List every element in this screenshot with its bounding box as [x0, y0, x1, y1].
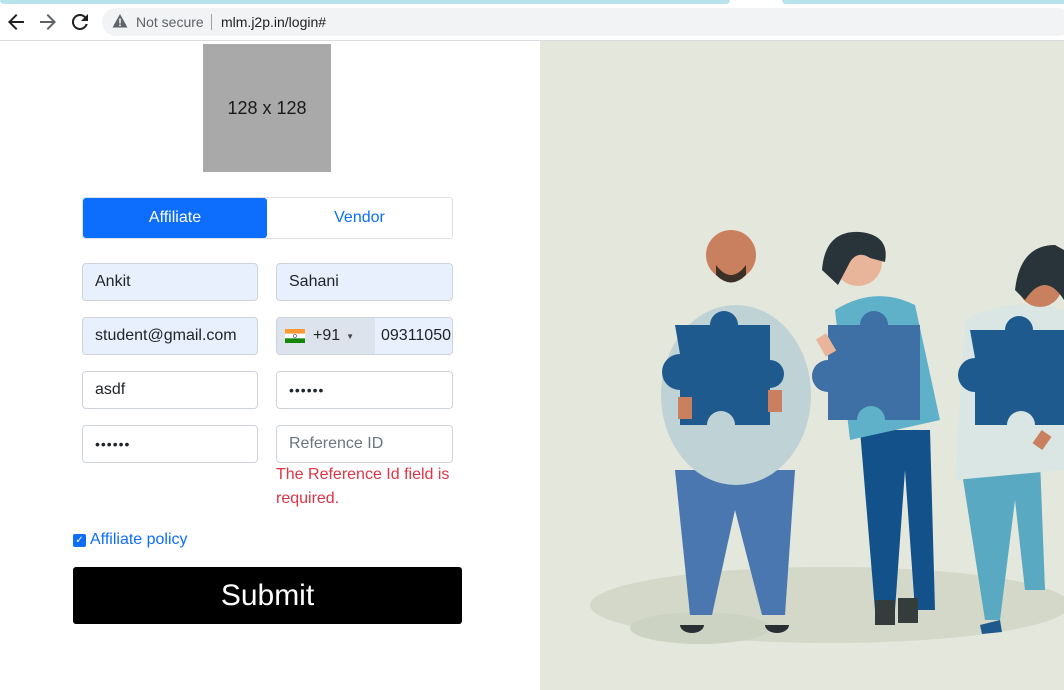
password-input[interactable]: •••••• [276, 371, 453, 409]
phone-input-group: +91 ▼ 09311050 [276, 317, 453, 355]
last-name-input[interactable]: Sahani [276, 263, 453, 301]
affiliate-policy-link[interactable]: Affiliate policy [90, 531, 188, 549]
illustration-graphic [590, 230, 1064, 644]
affiliate-policy-row: ✓ Affiliate policy [73, 530, 188, 550]
tab-strip [0, 0, 1064, 4]
security-status[interactable]: Not secure [136, 14, 204, 30]
warning-icon[interactable] [112, 13, 128, 29]
browser-tab[interactable] [782, 0, 1064, 4]
tab-affiliate[interactable]: Affiliate [83, 198, 267, 238]
tab-vendor[interactable]: Vendor [267, 198, 452, 238]
reference-id-input[interactable]: Reference ID [276, 425, 453, 463]
submit-button[interactable]: Submit [73, 567, 462, 624]
back-arrow-icon[interactable] [4, 10, 28, 34]
browser-tab-active[interactable] [0, 0, 730, 4]
first-name-input[interactable]: Ankit [82, 263, 258, 301]
india-flag-icon [285, 329, 305, 343]
reload-icon[interactable] [68, 10, 92, 34]
url-text[interactable]: mlm.j2p.in/login# [221, 14, 326, 30]
country-code-label: +91 [313, 327, 341, 344]
confirm-password-input[interactable]: •••••• [82, 425, 258, 463]
country-code-select[interactable]: +91 ▼ [277, 318, 375, 354]
browser-toolbar: Not secure mlm.j2p.in/login# [0, 0, 1064, 41]
policy-checkbox[interactable]: ✓ [73, 533, 86, 547]
reference-id-error: The Reference Id field is required. [276, 466, 450, 507]
logo-placeholder: 128 x 128 [203, 44, 331, 172]
puzzle-people-illustration [540, 41, 1064, 690]
caret-down-icon: ▼ [346, 331, 355, 341]
email-input[interactable]: student@gmail.com [82, 317, 258, 355]
phone-number-input[interactable]: 09311050 [381, 318, 451, 354]
address-bar[interactable]: Not secure mlm.j2p.in/login# [102, 8, 1064, 36]
account-type-tabs: Affiliate Vendor [82, 197, 453, 239]
username-input[interactable]: asdf [82, 371, 258, 409]
forward-arrow-icon[interactable] [36, 10, 60, 34]
divider [211, 14, 212, 30]
